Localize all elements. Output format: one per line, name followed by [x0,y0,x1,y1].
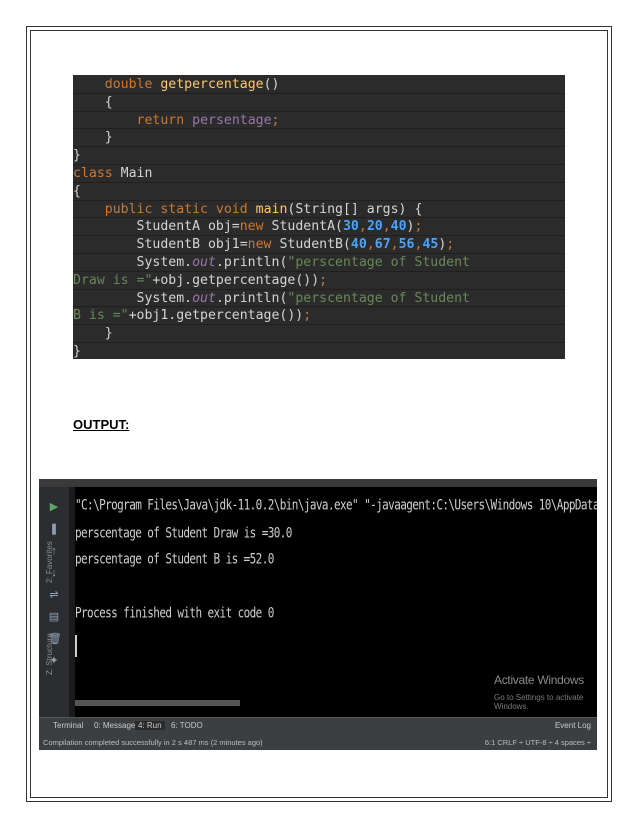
activate-windows-title: Activate Windows [494,673,584,687]
code-line: double getpercentage() [73,76,565,94]
code-line: { [73,183,565,201]
text-caret [75,635,77,657]
console-output-line: perscentage of Student Draw is =30.0 [75,525,292,542]
code-line: return persentage; [73,112,565,130]
code-line: } [73,343,565,359]
bottom-tool-tabs: Terminal 0: Messages 4: Run 6: TODO Even… [39,717,597,734]
tab-todo[interactable]: 6: TODO [171,721,203,730]
console-output-line: perscentage of Student B is =52.0 [75,551,274,568]
code-line: public static void main(String[] args) { [73,201,565,219]
code-line: System.out.println("perscentage of Stude… [73,254,565,272]
code-line: StudentA obj=new StudentA(30,20,40); [73,218,565,237]
code-line: } [73,147,565,165]
console-gutter [69,487,75,717]
status-message: Compilation completed successfully in 2 … [43,738,263,747]
code-line: { [73,94,565,112]
pause-icon[interactable]: ❚ [48,523,60,535]
horizontal-scrollbar[interactable] [75,700,240,706]
activate-windows-subtitle: Go to Settings to activate Windows. [494,693,584,711]
tool-window-sidebar: ▶ ❚ ↑ ↓ ⇌ ▤ 🗑 ✦ 2: Favorites Z: Structur… [39,487,70,717]
status-bar: Compilation completed successfully in 2 … [39,734,597,750]
code-line: class Main [73,165,565,183]
code-line: Draw is ="+obj.getpercentage()); [73,272,565,290]
code-line: } [73,325,565,343]
code-block: double getpercentage() { return persenta… [73,75,565,359]
tab-messages[interactable]: 0: Messages [94,721,139,730]
status-indicators[interactable]: 6:1 CRLF ÷ UTF-8 ÷ 4 spaces ÷ [485,738,591,747]
code-line: B is ="+obj1.getpercentage()); [73,307,565,326]
code-line: StudentB obj1=new StudentB(40,67,56,45); [73,236,565,254]
console-screenshot: ▶ ❚ ↑ ↓ ⇌ ▤ 🗑 ✦ 2: Favorites Z: Structur… [39,479,597,750]
console-command-line: "C:\Program Files\Java\jdk-11.0.2\bin\ja… [75,497,597,514]
console-top-strip [39,479,597,487]
tab-run[interactable]: 4: Run [135,721,165,730]
structure-side-label[interactable]: Z: Structure [45,633,54,675]
code-line: } [73,129,565,148]
console-exit-line: Process finished with exit code 0 [75,605,274,622]
output-heading: OUTPUT: [73,417,130,432]
tab-event-log[interactable]: Event Log [555,721,591,730]
code-line: System.out.println("perscentage of Stude… [73,290,565,308]
run-icon[interactable]: ▶ [48,501,60,513]
wrap-icon[interactable]: ⇌ [48,589,60,601]
favorites-side-label[interactable]: 2: Favorites [45,541,54,583]
tab-terminal[interactable]: Terminal [53,721,83,730]
print-icon[interactable]: ▤ [48,611,60,623]
